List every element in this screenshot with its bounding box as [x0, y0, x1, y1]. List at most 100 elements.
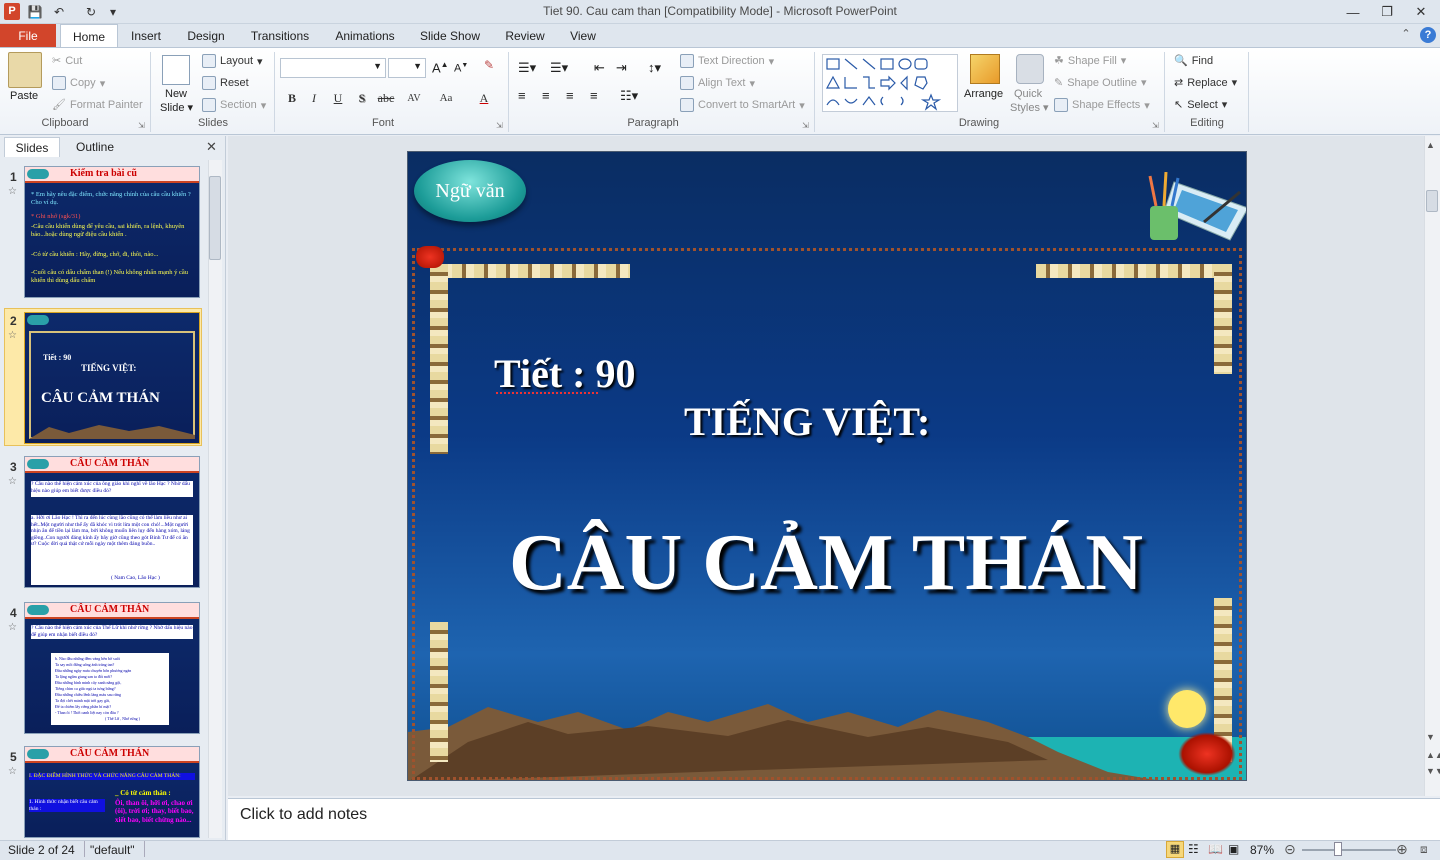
- restore-icon[interactable]: ❐: [1374, 2, 1400, 22]
- find-button[interactable]: 🔍 Find: [1174, 54, 1213, 68]
- tab-slide-show[interactable]: Slide Show: [416, 24, 484, 48]
- minimize-icon[interactable]: —: [1340, 2, 1366, 22]
- bold-button[interactable]: B: [282, 88, 302, 108]
- zoom-in-icon[interactable]: ⊕: [1396, 841, 1408, 858]
- columns-icon[interactable]: ☷▾: [620, 88, 638, 104]
- lesson-number[interactable]: Tiết : 90: [494, 350, 635, 397]
- convert-smartart-button[interactable]: Convert to SmartArt ▾: [680, 98, 805, 112]
- subject-title[interactable]: TIẾNG VIỆT:: [684, 398, 930, 445]
- align-center-icon[interactable]: ≡: [542, 88, 550, 103]
- new-slide-icon[interactable]: [162, 55, 190, 85]
- quick-styles-button[interactable]: Quick: [1014, 88, 1042, 100]
- new-slide-button[interactable]: New: [165, 88, 187, 100]
- replace-button[interactable]: ⇄ Replace ▾: [1174, 76, 1237, 90]
- slide-thumbnail-4[interactable]: CÂU CẢM THÁN ? Câu nào thể hiện cảm xúc …: [24, 602, 200, 734]
- tab-animations[interactable]: Animations: [330, 24, 400, 48]
- tab-view[interactable]: View: [564, 24, 602, 48]
- help-icon[interactable]: ?: [1420, 27, 1436, 43]
- slide-thumbnail-1[interactable]: Kiểm tra bài cũ * Em hãy nêu đặc điểm, c…: [24, 166, 200, 298]
- shape-effects-button[interactable]: Shape Effects ▾: [1054, 98, 1150, 112]
- shape-outline-button[interactable]: ✎ Shape Outline ▾: [1054, 76, 1146, 90]
- italic-button[interactable]: I: [304, 88, 324, 108]
- text-direction-button[interactable]: Text Direction ▾: [680, 54, 774, 68]
- tab-outline-panel[interactable]: Outline: [64, 137, 126, 157]
- paste-icon[interactable]: [8, 52, 42, 88]
- dialog-launcher-icon[interactable]: ⇲: [1152, 121, 1159, 130]
- arrange-icon[interactable]: [970, 54, 1000, 84]
- increase-indent-icon[interactable]: ⇥: [616, 60, 627, 76]
- clear-formatting-icon[interactable]: ✎: [484, 58, 502, 76]
- numbering-icon[interactable]: ☰▾: [550, 60, 568, 76]
- scroll-up-icon[interactable]: ▲: [1426, 140, 1435, 150]
- paste-button[interactable]: Paste: [10, 90, 38, 102]
- arrange-button[interactable]: Arrange: [964, 88, 1003, 100]
- slide-sorter-icon[interactable]: ☷: [1188, 842, 1199, 856]
- slideshow-icon[interactable]: ▣: [1228, 842, 1239, 856]
- copy-button[interactable]: Copy ▾: [52, 76, 105, 90]
- tab-slides-panel[interactable]: Slides: [4, 137, 60, 157]
- align-left-icon[interactable]: ≡: [518, 88, 526, 103]
- new-slide-button-line2[interactable]: Slide ▾: [160, 101, 193, 114]
- zoom-slider[interactable]: [1302, 849, 1396, 851]
- underline-button[interactable]: U: [328, 88, 348, 108]
- quick-styles-button-line2[interactable]: Styles ▾: [1010, 101, 1049, 114]
- slide-scrollbar[interactable]: [1424, 136, 1440, 796]
- fit-to-window-icon[interactable]: ⧈: [1420, 842, 1428, 857]
- shape-fill-button[interactable]: ☘ Shape Fill ▾: [1054, 54, 1126, 68]
- zoom-out-icon[interactable]: ⊝: [1284, 841, 1296, 858]
- cut-button[interactable]: ✂ Cut: [52, 54, 82, 68]
- slide-heading[interactable]: CÂU CẢM THÁN: [476, 518, 1176, 609]
- close-icon[interactable]: ✕: [1408, 2, 1434, 22]
- slide-thumbnail-3[interactable]: CÂU CẢM THÁN ? Câu nào thể hiện cảm xúc …: [24, 456, 200, 588]
- font-family-select[interactable]: ▼: [280, 58, 386, 78]
- format-painter-button[interactable]: 🖌 Format Painter: [52, 98, 143, 112]
- tab-transitions[interactable]: Transitions: [246, 24, 314, 48]
- tab-insert[interactable]: Insert: [124, 24, 168, 48]
- tab-review[interactable]: Review: [500, 24, 550, 48]
- tab-design[interactable]: Design: [182, 24, 230, 48]
- minimize-ribbon-icon[interactable]: ⌃: [1398, 27, 1414, 43]
- zoom-slider-thumb[interactable]: [1334, 842, 1342, 856]
- quick-styles-icon[interactable]: [1016, 54, 1044, 84]
- align-right-icon[interactable]: ≡: [566, 88, 574, 103]
- reading-view-icon[interactable]: 📖: [1208, 842, 1223, 856]
- normal-view-icon[interactable]: ▦: [1166, 841, 1184, 858]
- justify-icon[interactable]: ≡: [590, 88, 598, 103]
- font-size-select[interactable]: ▼: [388, 58, 426, 78]
- notes-placeholder[interactable]: Click to add notes: [240, 806, 367, 824]
- notes-pane[interactable]: [228, 798, 1440, 840]
- char-spacing-button[interactable]: AV: [404, 88, 424, 108]
- theme-name[interactable]: "default": [90, 843, 135, 857]
- slide-thumbnail-2[interactable]: Tiết : 90 TIẾNG VIỆT: CÂU CẢM THÁN: [24, 312, 200, 444]
- dialog-launcher-icon[interactable]: ⇲: [138, 121, 145, 130]
- section-button[interactable]: Section ▾: [202, 98, 266, 112]
- scroll-down-icon[interactable]: ▼: [1426, 732, 1435, 742]
- slides-panel-scroll-thumb[interactable]: [209, 176, 221, 260]
- select-button[interactable]: ↖ Select ▾: [1174, 98, 1227, 112]
- slide-thumbnail-5[interactable]: CÂU CẢM THÁN I. ĐẶC ĐIỂM HÌNH THỨC VÀ CH…: [24, 746, 200, 838]
- shadow-button[interactable]: S: [352, 88, 372, 108]
- shapes-gallery[interactable]: [822, 54, 958, 112]
- tab-home[interactable]: Home: [60, 24, 118, 49]
- strikethrough-button[interactable]: abc: [376, 88, 396, 108]
- align-text-button[interactable]: Align Text ▾: [680, 76, 755, 90]
- font-color-button[interactable]: A: [474, 88, 494, 108]
- tab-file[interactable]: File: [0, 24, 56, 47]
- reset-button[interactable]: Reset: [202, 76, 249, 90]
- next-slide-icon[interactable]: ▼▼: [1426, 766, 1440, 776]
- grow-font-icon[interactable]: A▲: [432, 60, 449, 75]
- shrink-font-icon[interactable]: A▼: [454, 62, 468, 75]
- zoom-level[interactable]: 87%: [1250, 843, 1274, 857]
- close-panel-icon[interactable]: ✕: [206, 139, 217, 155]
- bullets-icon[interactable]: ☰▾: [518, 60, 536, 76]
- slide-scroll-thumb[interactable]: [1426, 190, 1438, 212]
- slide-canvas[interactable]: Ngữ văn Tiết : 90 TIẾNG VIỆT: CÂU CẢM TH…: [407, 151, 1247, 781]
- previous-slide-icon[interactable]: ▲▲: [1426, 750, 1440, 760]
- slides-panel-scrollbar[interactable]: [208, 160, 222, 838]
- line-spacing-icon[interactable]: ↕▾: [648, 60, 661, 76]
- dialog-launcher-icon[interactable]: ⇲: [802, 121, 809, 130]
- layout-button[interactable]: Layout ▾: [202, 54, 263, 68]
- dialog-launcher-icon[interactable]: ⇲: [496, 121, 503, 130]
- change-case-button[interactable]: Aa: [436, 88, 456, 108]
- decrease-indent-icon[interactable]: ⇤: [594, 60, 605, 76]
